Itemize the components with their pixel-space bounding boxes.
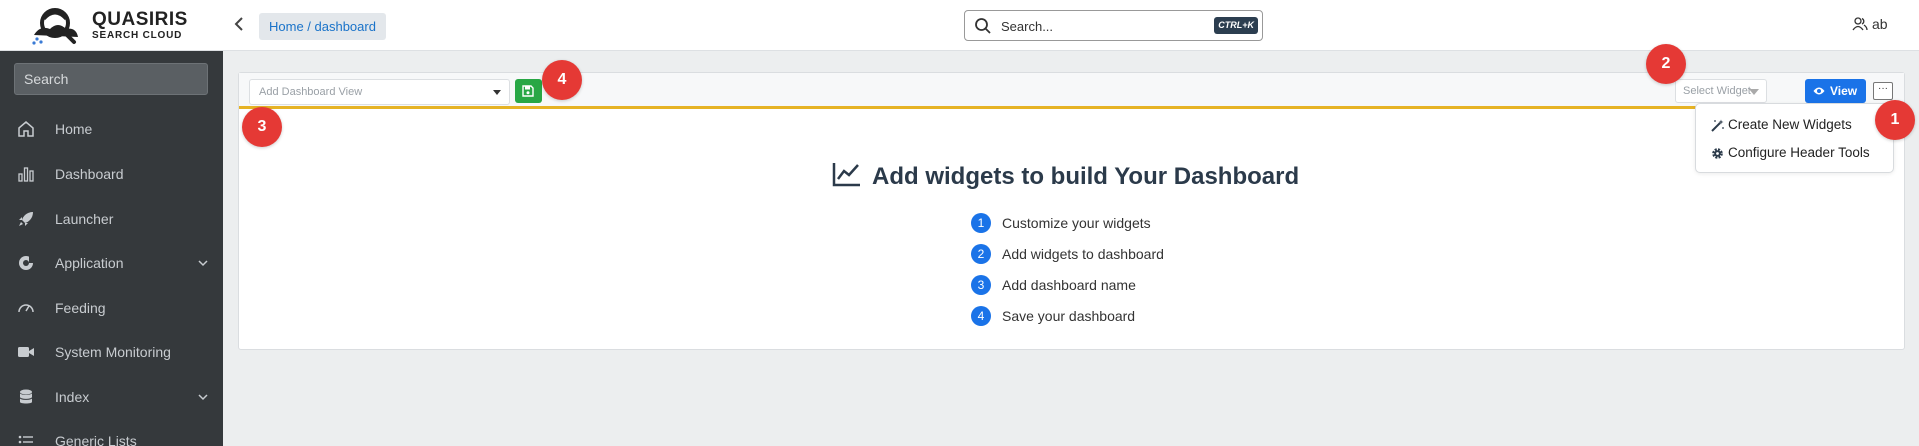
sidebar-item-label: Generic Lists bbox=[55, 433, 137, 446]
search-shortcut-badge: CTRL+K bbox=[1214, 17, 1258, 34]
video-icon bbox=[18, 347, 34, 357]
sidebar-item-application[interactable]: Application bbox=[0, 243, 223, 283]
logo-subtitle: SEARCH CLOUD bbox=[92, 30, 183, 41]
search-icon bbox=[975, 18, 991, 34]
sidebar-item-dashboard[interactable]: Dashboard bbox=[0, 154, 223, 194]
user-name: ab bbox=[1872, 16, 1888, 32]
empty-state-title: Add widgets to build Your Dashboard bbox=[872, 163, 1300, 190]
dashboard-panel: Add Dashboard View Select Widget View ··… bbox=[238, 72, 1905, 350]
caret-down-icon bbox=[1749, 89, 1759, 95]
dashboard-view-placeholder: Add Dashboard View bbox=[259, 86, 363, 98]
menu-item-label: Configure Header Tools bbox=[1728, 145, 1870, 160]
list-icon bbox=[18, 435, 33, 444]
step-number: 4 bbox=[971, 306, 991, 326]
home-icon bbox=[18, 121, 34, 137]
more-options-button[interactable]: ··· bbox=[1873, 82, 1893, 100]
chevron-down-icon bbox=[198, 260, 208, 267]
sidebar-item-feeding[interactable]: Feeding bbox=[0, 288, 223, 328]
select-widget-placeholder: Select Widget bbox=[1683, 85, 1751, 97]
step-number: 3 bbox=[971, 275, 991, 295]
sidebar-item-system-monitoring[interactable]: System Monitoring bbox=[0, 332, 223, 372]
users-icon bbox=[1852, 17, 1868, 31]
view-button[interactable]: View bbox=[1805, 79, 1866, 103]
global-search-input[interactable]: Search... CTRL+K bbox=[964, 10, 1263, 41]
logo-title: QUASIRIS bbox=[92, 9, 188, 30]
sidebar-item-generic-lists[interactable]: Generic Lists bbox=[0, 421, 223, 446]
sidebar-item-label: Application bbox=[55, 255, 124, 271]
breadcrumb[interactable]: Home / dashboard bbox=[259, 13, 386, 40]
sidebar-item-index[interactable]: Index bbox=[0, 377, 223, 417]
chevron-down-icon bbox=[198, 394, 208, 401]
sidebar: Search Home Dashboard Launcher Applicati… bbox=[0, 51, 223, 446]
search-placeholder: Search... bbox=[1001, 19, 1054, 34]
menu-item-label: Create New Widgets bbox=[1728, 117, 1852, 132]
sidebar-item-launcher[interactable]: Launcher bbox=[0, 199, 223, 239]
view-button-label: View bbox=[1830, 84, 1858, 98]
sidebar-item-label: Home bbox=[55, 121, 93, 137]
step-text: Save your dashboard bbox=[1002, 308, 1136, 324]
database-icon bbox=[19, 389, 33, 404]
magic-wand-icon bbox=[1711, 119, 1724, 132]
floppy-disk-icon bbox=[522, 85, 534, 97]
dashboard-view-select[interactable]: Add Dashboard View bbox=[249, 79, 510, 105]
save-dashboard-button[interactable] bbox=[515, 79, 542, 103]
sidebar-item-label: Launcher bbox=[55, 211, 114, 227]
eye-icon bbox=[1813, 87, 1825, 95]
annotation-marker: 1 bbox=[1875, 100, 1915, 140]
line-chart-icon bbox=[832, 163, 860, 187]
logo-icon bbox=[32, 8, 78, 45]
step-text: Add widgets to dashboard bbox=[1002, 246, 1164, 262]
sidebar-search-input[interactable]: Search bbox=[14, 63, 208, 95]
sidebar-item-home[interactable]: Home bbox=[0, 109, 223, 149]
back-chevron-icon[interactable] bbox=[233, 14, 253, 38]
rocket-icon bbox=[19, 212, 33, 226]
options-dropdown-menu: Create New Widgets Configure Header Tool… bbox=[1695, 103, 1894, 173]
top-header: QUASIRIS SEARCH CLOUD Home / dashboard S… bbox=[0, 0, 1919, 51]
sidebar-item-label: System Monitoring bbox=[55, 344, 171, 360]
step-number: 1 bbox=[971, 213, 991, 233]
user-menu[interactable]: ab bbox=[1852, 16, 1888, 32]
annotation-marker: 4 bbox=[542, 60, 582, 100]
step-text: Customize your widgets bbox=[1002, 215, 1151, 231]
sidebar-item-label: Dashboard bbox=[55, 166, 124, 182]
sidebar-item-label: Index bbox=[55, 389, 90, 405]
gear-icon bbox=[1712, 148, 1723, 159]
caret-down-icon bbox=[493, 90, 501, 95]
app-icon bbox=[19, 256, 33, 270]
gauge-icon bbox=[18, 304, 34, 313]
step-number: 2 bbox=[971, 244, 991, 264]
bar-chart-icon bbox=[18, 167, 34, 182]
step-text: Add dashboard name bbox=[1002, 277, 1136, 293]
quasiris-logo[interactable]: QUASIRIS SEARCH CLOUD bbox=[28, 5, 208, 47]
empty-state-heading: Add widgets to build Your Dashboard bbox=[832, 159, 1312, 191]
annotation-marker: 2 bbox=[1646, 44, 1686, 84]
annotation-marker: 3 bbox=[242, 107, 282, 147]
sidebar-item-label: Feeding bbox=[55, 300, 106, 316]
select-widget-dropdown[interactable]: Select Widget bbox=[1675, 79, 1767, 103]
